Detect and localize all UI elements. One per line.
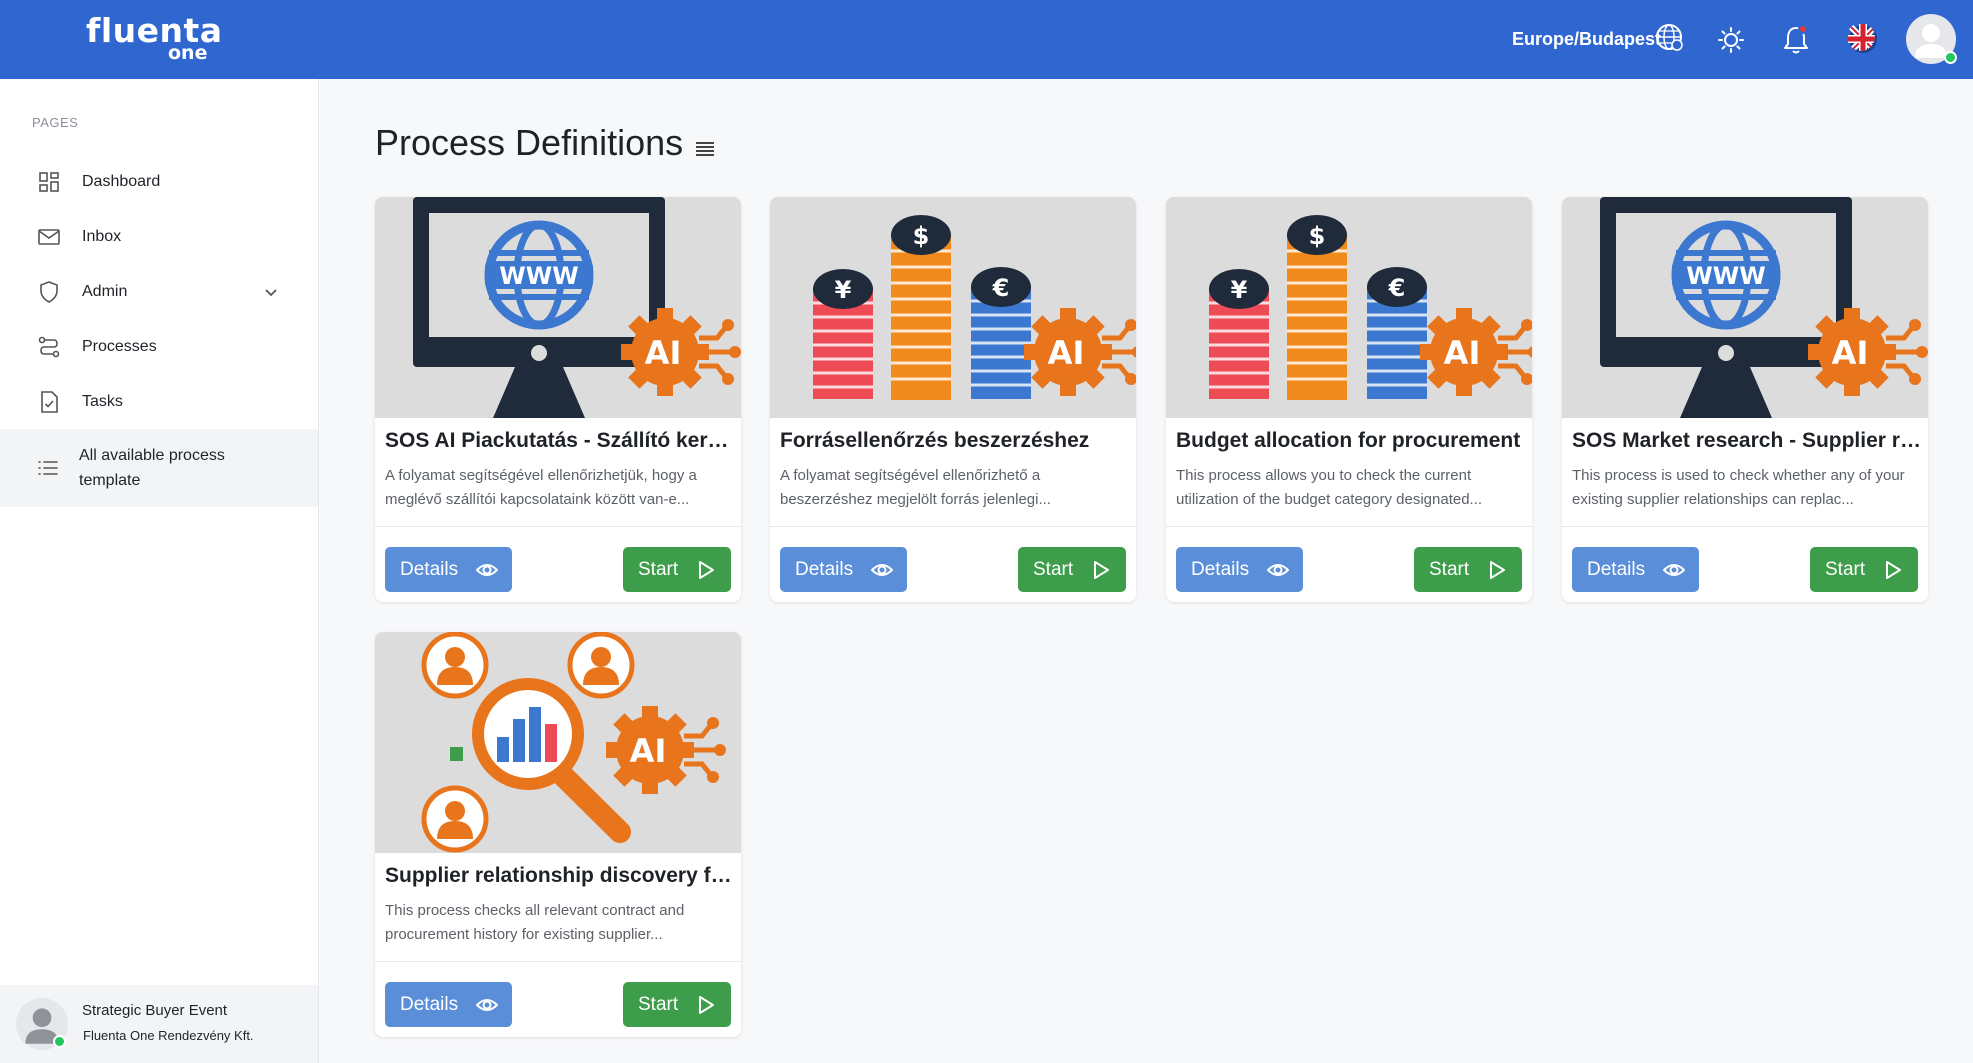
card-title: Budget allocation for procurement: [1176, 429, 1521, 452]
sun-icon[interactable]: [1713, 22, 1749, 58]
sidebar-item-label: All available process template: [79, 447, 225, 489]
sidebar-item-label: Admin: [82, 282, 128, 300]
start-button[interactable]: Start: [623, 547, 731, 592]
start-button-label: Start: [1033, 558, 1074, 580]
card-divider: [770, 526, 1136, 527]
card-image: [375, 197, 741, 418]
page-title: Process Definitions: [375, 122, 684, 163]
sidebar-item-label: Inbox: [82, 227, 122, 245]
globe-icon[interactable]: [1654, 22, 1684, 52]
start-button[interactable]: Start: [623, 982, 731, 1027]
card-image: [770, 197, 1136, 418]
sidebar-item-label: Tasks: [82, 392, 123, 410]
eye-icon: [871, 564, 893, 576]
process-card: Budget allocation for procurement This p…: [1166, 197, 1532, 602]
sidebar-item-label: Processes: [82, 337, 157, 355]
eye-icon: [476, 564, 498, 576]
card-description: This process is used to check whether an…: [1572, 467, 1905, 508]
card-image: [375, 632, 741, 853]
task-icon: [41, 390, 58, 413]
online-status-dot: [53, 1035, 66, 1048]
process-card: Supplier relationship discovery for proc…: [375, 632, 741, 1037]
card-title: Supplier relationship discovery for proc…: [385, 864, 735, 887]
sidebar-item-inbox[interactable]: Inbox: [0, 209, 318, 264]
details-button[interactable]: Details: [385, 547, 512, 592]
eye-icon: [476, 999, 498, 1011]
user-name: Strategic Buyer Event: [82, 1002, 228, 1019]
menu-lines-icon[interactable]: [694, 139, 716, 159]
chevron-down-icon[interactable]: [262, 283, 280, 301]
details-button-label: Details: [400, 558, 459, 580]
start-button[interactable]: Start: [1414, 547, 1522, 592]
details-button-label: Details: [400, 993, 459, 1015]
play-icon: [699, 996, 714, 1014]
online-status-dot: [1944, 51, 1957, 64]
card-description: This process checks all relevant contrac…: [385, 902, 685, 943]
details-button-label: Details: [1191, 558, 1250, 580]
timezone-label[interactable]: Europe/Budapest: [1512, 29, 1661, 50]
processes-icon: [38, 336, 60, 357]
eye-icon: [1267, 564, 1289, 576]
sidebar-user-footer[interactable]: Strategic Buyer Event Fluenta One Rendez…: [0, 985, 318, 1063]
process-card: Forrásellenőrzés beszerzéshez A folyamat…: [770, 197, 1136, 602]
sidebar-item-tasks[interactable]: Tasks: [0, 374, 318, 429]
eye-icon: [1663, 564, 1685, 576]
sidebar-item-dashboard[interactable]: Dashboard: [0, 154, 318, 209]
sidebar-item-admin[interactable]: Admin: [0, 264, 318, 319]
start-button[interactable]: Start: [1018, 547, 1126, 592]
card-title: Forrásellenőrzés beszerzéshez: [780, 429, 1090, 452]
details-button-label: Details: [1587, 558, 1646, 580]
details-button[interactable]: Details: [780, 547, 907, 592]
card-title: SOS AI Piackutatás - Szállító keresés: [385, 429, 735, 452]
details-button[interactable]: Details: [1176, 547, 1303, 592]
card-divider: [1562, 526, 1928, 527]
card-description: A folyamat segítségével ellenőrizhető a …: [780, 467, 1051, 508]
details-button[interactable]: Details: [385, 982, 512, 1027]
logo-subtext: one: [168, 42, 208, 64]
play-icon: [1094, 561, 1109, 579]
bell-icon[interactable]: [1778, 22, 1814, 58]
play-icon: [1886, 561, 1901, 579]
start-button-label: Start: [1429, 558, 1470, 580]
card-divider: [1166, 526, 1532, 527]
sidebar-item-process-templates[interactable]: All available process template: [0, 429, 318, 507]
dashboard-icon: [39, 171, 59, 192]
shield-icon: [40, 280, 58, 303]
card-title: SOS Market research - Supplier research: [1572, 429, 1922, 452]
app-logo[interactable]: fluenta one: [86, 14, 223, 65]
details-button[interactable]: Details: [1572, 547, 1699, 592]
top-bar: fluenta one Europe/Budapest: [0, 0, 1973, 79]
user-organization: Fluenta One Rendezvény Kft.: [83, 1028, 254, 1043]
process-card: SOS Market research - Supplier research …: [1562, 197, 1928, 602]
notification-dot: [1798, 24, 1808, 34]
card-divider: [375, 961, 741, 962]
process-card: SOS AI Piackutatás - Szállító keresés A …: [375, 197, 741, 602]
card-divider: [375, 526, 741, 527]
card-image: [1562, 197, 1928, 418]
start-button-label: Start: [1825, 558, 1866, 580]
uk-flag-icon[interactable]: [1846, 26, 1880, 52]
sidebar-item-processes[interactable]: Processes: [0, 319, 318, 374]
list-icon: [38, 461, 58, 475]
start-button[interactable]: Start: [1810, 547, 1918, 592]
mail-icon: [38, 228, 60, 245]
play-icon: [699, 561, 714, 579]
card-image: [1166, 197, 1532, 418]
sidebar-section-label: PAGES: [32, 115, 79, 130]
card-description: This process allows you to check the cur…: [1176, 467, 1483, 508]
play-icon: [1490, 561, 1505, 579]
sidebar-item-label: Dashboard: [82, 172, 161, 190]
start-button-label: Start: [638, 993, 679, 1015]
start-button-label: Start: [638, 558, 679, 580]
card-description: A folyamat segítségével ellenőrizhetjük,…: [385, 467, 697, 508]
details-button-label: Details: [795, 558, 854, 580]
sidebar: PAGES Dashboard Inbox Admin Processes Ta…: [0, 79, 319, 1063]
